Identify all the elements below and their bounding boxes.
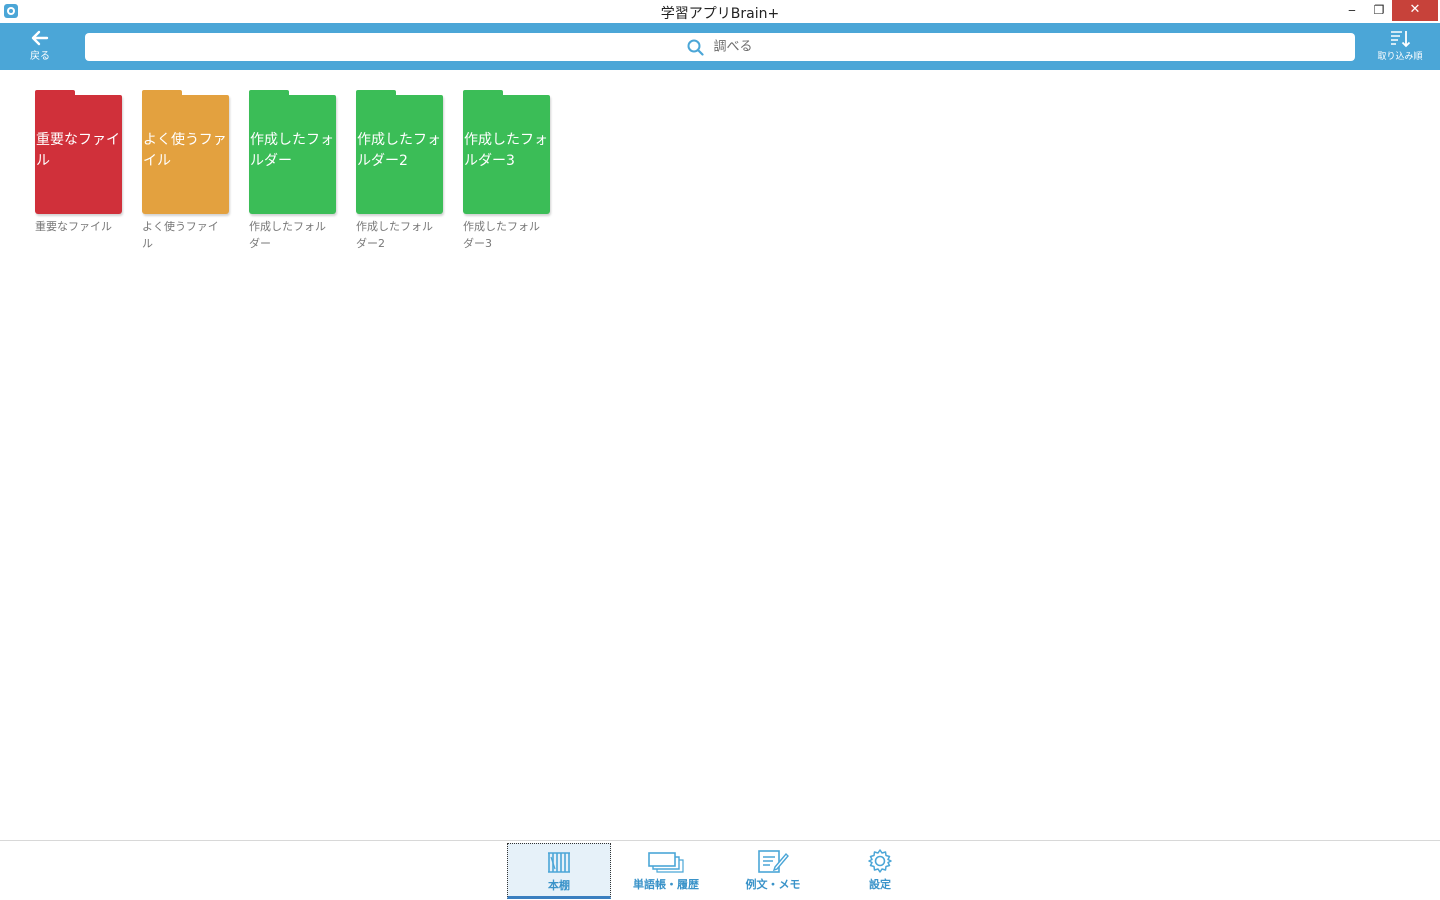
toolbar: 戻る 調べる 取り込み順 bbox=[0, 23, 1440, 70]
nav-settings[interactable]: 設定 bbox=[828, 843, 932, 899]
folder-caption: 作成したフォルダー2 bbox=[356, 220, 433, 250]
folder-cover-label: 作成したフォルダー bbox=[250, 132, 334, 169]
nav-label: 例文・メモ bbox=[745, 878, 801, 891]
folder-icon[interactable]: 重要なファイル bbox=[35, 90, 122, 214]
search-placeholder: 調べる bbox=[713, 39, 753, 55]
search-input[interactable]: 調べる bbox=[85, 33, 1355, 61]
folder-caption: 作成したフォルダー3 bbox=[463, 220, 540, 250]
folder-item[interactable]: 作成したフォルダー3 作成したフォルダー3 bbox=[463, 90, 550, 252]
cards-icon bbox=[648, 852, 684, 873]
window-titlebar: 学習アプリBrain+ ‒ ❐ ✕ bbox=[0, 0, 1440, 23]
nav-label: 単語帳・履歴 bbox=[633, 878, 699, 891]
folder-item[interactable]: 作成したフォルダー 作成したフォルダー bbox=[249, 90, 336, 252]
sort-label: 取り込み順 bbox=[1377, 52, 1423, 62]
sort-icon bbox=[1391, 31, 1411, 48]
back-button[interactable]: 戻る bbox=[19, 29, 61, 69]
nav-label: 設定 bbox=[869, 878, 891, 891]
back-label: 戻る bbox=[30, 51, 50, 62]
nav-examples-memo[interactable]: 例文・メモ bbox=[721, 843, 825, 899]
folder-caption: 作成したフォルダー bbox=[249, 220, 326, 250]
folder-icon[interactable]: 作成したフォルダー bbox=[249, 90, 336, 214]
gear-icon bbox=[868, 849, 892, 873]
nav-wordbook-history[interactable]: 単語帳・履歴 bbox=[614, 843, 718, 899]
folder-cover-label: 作成したフォルダー3 bbox=[464, 132, 548, 169]
memo-icon bbox=[758, 850, 789, 873]
nav-label: 本棚 bbox=[548, 879, 570, 892]
folder-icon[interactable]: 作成したフォルダー3 bbox=[463, 90, 550, 214]
folder-cover-label: よく使うファイル bbox=[143, 132, 227, 169]
folder-cover-label: 作成したフォルダー2 bbox=[357, 132, 441, 169]
sort-button[interactable]: 取り込み順 bbox=[1372, 29, 1428, 69]
minimize-button[interactable]: ‒ bbox=[1338, 0, 1366, 21]
restore-button[interactable]: ❐ bbox=[1366, 0, 1392, 21]
folder-cover-label: 重要なファイル bbox=[36, 132, 120, 169]
folder-icon[interactable]: よく使うファイル bbox=[142, 90, 229, 214]
nav-bookshelf[interactable]: 本棚 bbox=[507, 843, 611, 899]
folder-caption: よく使うファイル bbox=[142, 220, 219, 250]
bookshelf-icon bbox=[548, 852, 570, 873]
folder-item[interactable]: 作成したフォルダー2 作成したフォルダー2 bbox=[356, 90, 443, 252]
close-button[interactable]: ✕ bbox=[1392, 0, 1438, 21]
folder-icon[interactable]: 作成したフォルダー2 bbox=[356, 90, 443, 214]
window-title: 学習アプリBrain+ bbox=[660, 6, 780, 22]
search-icon bbox=[687, 39, 705, 56]
bottom-nav: 本棚 単語帳・履歴 例文・メモ 設定 bbox=[0, 841, 1440, 900]
folder-item[interactable]: 重要なファイル 重要なファイル bbox=[35, 90, 122, 235]
folder-item[interactable]: よく使うファイル よく使うファイル bbox=[142, 90, 229, 252]
arrow-left-icon bbox=[31, 30, 49, 46]
folder-caption: 重要なファイル bbox=[35, 220, 112, 233]
